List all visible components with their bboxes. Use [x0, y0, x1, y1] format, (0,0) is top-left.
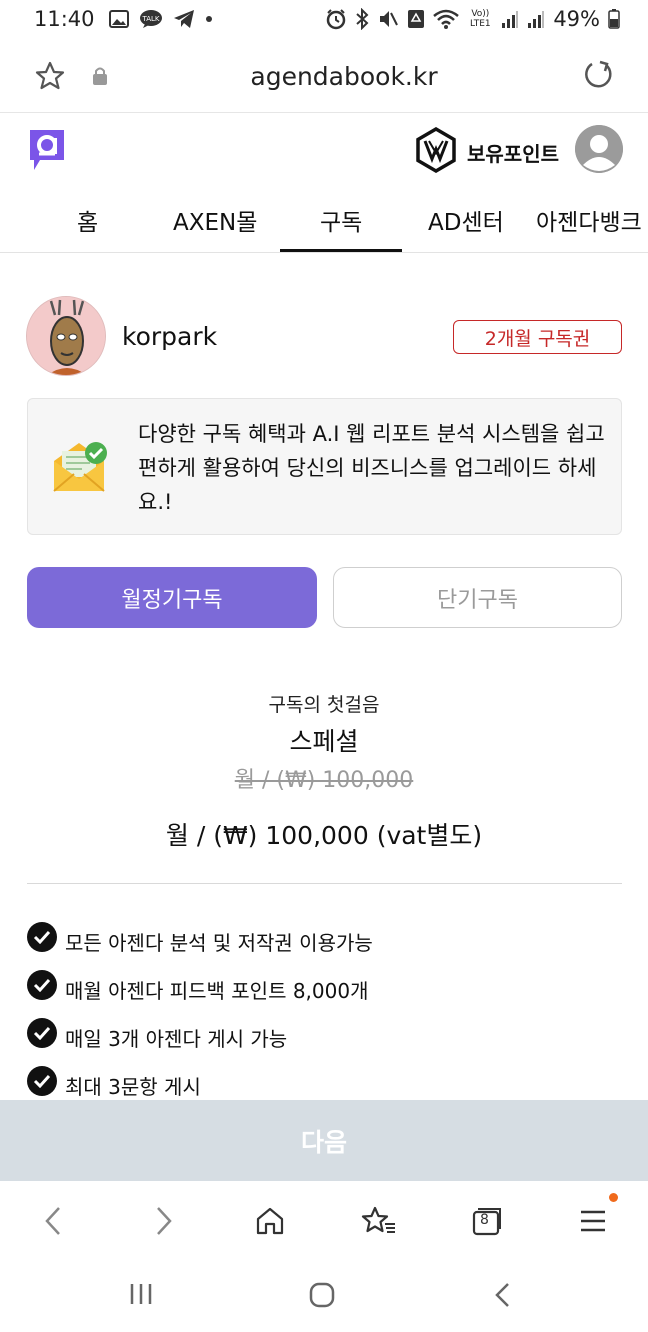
plan-subtitle: 구독의 첫걸음: [268, 694, 380, 716]
tab-subscription[interactable]: 구독: [279, 203, 403, 252]
status-time: 11:40: [34, 7, 95, 31]
plan-original-price: 월 / (₩) 100,000: [234, 768, 414, 793]
bluetooth-icon: [355, 8, 369, 30]
recycle-icon: [407, 9, 425, 29]
gallery-notification-icon: [108, 10, 129, 28]
tab-agenda-bank[interactable]: 아젠다뱅크: [536, 203, 642, 237]
menu-icon[interactable]: [571, 1193, 618, 1243]
reload-icon[interactable]: [582, 59, 614, 95]
svg-text:TALK: TALK: [141, 15, 159, 23]
url-text[interactable]: agendabook.kr: [0, 62, 648, 91]
feature-item: 매월 아젠다 피드백 포인트 8,000개: [27, 965, 622, 1013]
system-back-icon[interactable]: [492, 1281, 514, 1313]
tab-axen-mall[interactable]: AXEN몰: [173, 203, 257, 237]
bookmarks-icon[interactable]: [357, 1199, 401, 1243]
more-notifications-dot-icon: [205, 15, 213, 23]
alarm-icon: [325, 8, 347, 30]
agenda-logo-icon[interactable]: [26, 126, 68, 174]
recent-apps-icon[interactable]: [128, 1281, 154, 1311]
system-navigation-bar: [0, 1261, 648, 1332]
subscription-badge: 2개월 구독권: [453, 320, 622, 354]
browser-url-bar: agendabook.kr: [0, 38, 648, 113]
tab-home[interactable]: 홈: [77, 203, 98, 237]
tab-ad-center[interactable]: AD센터: [428, 203, 504, 237]
info-message: 다양한 구독 혜택과 A.I 웹 리포트 분석 시스템을 쉽고 편하게 활용하여…: [138, 422, 605, 514]
profile-avatar-icon: [26, 296, 106, 376]
check-circle-icon: [27, 922, 57, 952]
monthly-subscription-button[interactable]: 월정기구독: [27, 567, 317, 628]
battery-percent: 49%: [553, 7, 600, 31]
feature-item: 매일 3개 아젠다 게시 가능: [27, 1013, 622, 1061]
forward-arrow-icon[interactable]: [142, 1199, 186, 1243]
short-term-subscription-button[interactable]: 단기구독: [333, 567, 622, 628]
tabs-icon[interactable]: 8: [464, 1199, 508, 1243]
feature-text: 매일 3개 아젠다 게시 가능: [65, 1026, 288, 1051]
points-label: 보유포인트: [467, 141, 559, 166]
signal-2-icon: [527, 9, 545, 29]
check-circle-icon: [27, 1066, 57, 1096]
battery-icon: [608, 9, 620, 29]
volte-label: Vo)) LTE1: [469, 9, 491, 29]
feature-list: 모든 아젠다 분석 및 저작권 이용가능 매월 아젠다 피드백 포인트 8,00…: [27, 917, 622, 1109]
next-button[interactable]: 다음: [0, 1100, 648, 1181]
mute-icon: [377, 8, 399, 30]
home-icon[interactable]: [248, 1199, 292, 1243]
check-circle-icon: [27, 1018, 57, 1048]
info-box: 다양한 구독 혜택과 A.I 웹 리포트 분석 시스템을 쉽고 편하게 활용하여…: [27, 398, 622, 535]
profile-row: korpark 2개월 구독권: [26, 296, 622, 376]
browser-toolbar: 8: [0, 1181, 648, 1261]
feature-item: 모든 아젠다 분석 및 저작권 이용가능: [27, 917, 622, 965]
axen-coin-icon: [413, 126, 459, 177]
feature-text: 모든 아젠다 분석 및 저작권 이용가능: [65, 930, 373, 955]
divider: [27, 883, 622, 884]
app-header: 보유포인트: [0, 113, 648, 189]
tab-count: 8: [480, 1212, 489, 1228]
points-area[interactable]: 보유포인트: [413, 126, 559, 177]
mail-check-icon: [52, 439, 108, 499]
home-button-icon[interactable]: [308, 1281, 336, 1313]
profile-username: korpark: [122, 322, 218, 351]
notification-dot-icon: [609, 1193, 618, 1202]
check-circle-icon: [27, 970, 57, 1000]
telegram-icon: [173, 9, 195, 29]
feature-text: 최대 3문항 게시: [65, 1074, 201, 1099]
plan-name: 스페셜: [289, 727, 359, 756]
wifi-icon: [433, 9, 460, 29]
status-bar: 11:40 TALK Vo)) LTE1 49%: [0, 0, 648, 38]
signal-1-icon: [501, 9, 519, 29]
feature-text: 매월 아젠다 피드백 포인트 8,000개: [65, 978, 369, 1003]
plan-price: 월 / (₩) 100,000 (vat별도): [165, 821, 483, 850]
talk-notification-icon: TALK: [139, 9, 163, 29]
back-arrow-icon[interactable]: [31, 1199, 75, 1243]
main-nav-tabs: 홈 AXEN몰 구독 AD센터 아젠다뱅크: [0, 189, 648, 253]
user-avatar-icon[interactable]: [575, 125, 623, 173]
